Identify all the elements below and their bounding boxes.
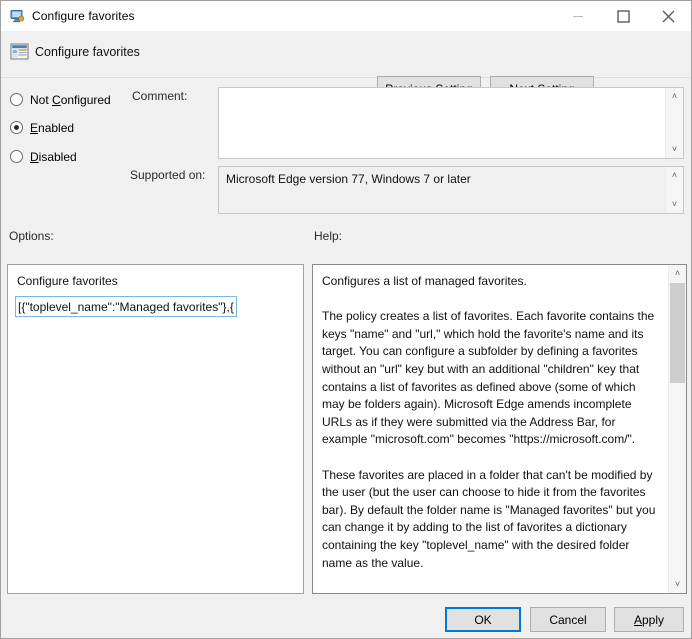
window-title: Configure favorites xyxy=(32,9,135,23)
radio-not-configured-mark xyxy=(10,93,23,106)
comment-value[interactable] xyxy=(219,88,665,158)
maximize-icon[interactable] xyxy=(601,2,646,31)
comment-label: Comment: xyxy=(132,89,188,103)
configure-favorites-input[interactable] xyxy=(15,296,237,317)
apply-label-rest: pply xyxy=(642,612,665,627)
radio-enabled-label: Enabled xyxy=(30,120,75,135)
radio-enabled[interactable]: Enabled xyxy=(10,119,74,136)
close-icon[interactable] xyxy=(646,2,691,31)
options-panel: Configure favorites xyxy=(7,264,304,594)
supported-scroll-up-icon[interactable]: ˄ xyxy=(666,167,683,184)
comment-scrollbar[interactable]: ˄ ˅ xyxy=(665,88,683,158)
radio-disabled[interactable]: Disabled xyxy=(10,148,77,165)
configure-favorites-dialog: Configure favorites Configure favorites xyxy=(0,0,692,639)
supported-on-value: Microsoft Edge version 77, Windows 7 or … xyxy=(226,172,471,186)
help-label: Help: xyxy=(314,229,343,243)
help-scroll-down-icon[interactable]: ˅ xyxy=(669,576,686,593)
comment-scroll-down-icon[interactable]: ˅ xyxy=(666,141,683,158)
supported-on-scrollbar[interactable]: ˄ ˅ xyxy=(665,167,683,213)
ok-button[interactable]: OK xyxy=(445,607,521,632)
radio-enabled-mark xyxy=(10,121,23,134)
options-label: Options: xyxy=(9,229,54,243)
minimize-icon[interactable] xyxy=(556,2,601,31)
supported-scroll-down-icon[interactable]: ˅ xyxy=(666,196,683,213)
help-scroll-up-icon[interactable]: ˄ xyxy=(669,265,686,282)
setting-title: Configure favorites xyxy=(35,45,140,59)
radio-not-configured[interactable]: Not Configured xyxy=(10,91,111,108)
help-scrollbar[interactable]: ˄ ˅ xyxy=(668,265,686,593)
help-scroll-thumb[interactable] xyxy=(670,283,685,383)
setting-header: Configure favorites Previous Setting Nex… xyxy=(1,31,691,101)
apply-accel: A xyxy=(633,612,642,627)
radio-disabled-mark xyxy=(10,150,23,163)
cancel-button[interactable]: Cancel xyxy=(530,607,606,632)
title-bar: Configure favorites xyxy=(1,1,691,31)
supported-on-field: Microsoft Edge version 77, Windows 7 or … xyxy=(218,166,684,214)
comment-field[interactable]: ˄ ˅ xyxy=(218,87,684,159)
policy-window-icon xyxy=(9,8,25,24)
apply-button[interactable]: Apply xyxy=(614,607,684,632)
help-panel: Configures a list of managed favorites. … xyxy=(312,264,687,594)
configure-favorites-label: Configure favorites xyxy=(17,274,118,288)
help-text: Configures a list of managed favorites. … xyxy=(322,274,656,593)
radio-not-configured-label: Not Configured xyxy=(30,92,111,107)
setting-properties-icon xyxy=(10,42,29,61)
supported-on-label: Supported on: xyxy=(130,168,206,182)
radio-disabled-label: Disabled xyxy=(30,149,77,164)
comment-scroll-up-icon[interactable]: ˄ xyxy=(666,88,683,105)
